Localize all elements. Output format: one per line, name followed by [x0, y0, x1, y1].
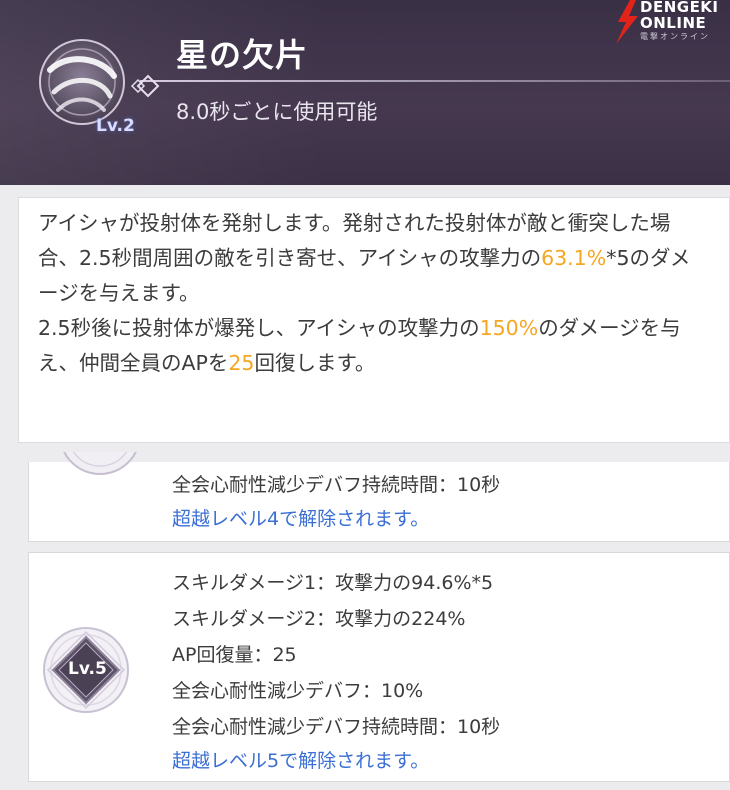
level5-skill-damage-2: スキルダメージ2：攻撃力の224%	[172, 608, 466, 630]
level5-crit-debuff: 全会心耐性減少デバフ：10%	[172, 680, 424, 702]
level5-duration: 全会心耐性減少デバフ持続時間：10秒	[172, 716, 501, 738]
desc-highlight-3: 25	[228, 351, 255, 375]
level5-unlock: 超越レベル5で解除されます。	[172, 750, 430, 772]
skill-icon	[10, 22, 160, 142]
skill-description: アイシャが投射体を発射します。発射された投射体が敵と衝突した場合、2.5秒間周囲…	[38, 206, 708, 381]
level4-duration: 全会心耐性減少デバフ持続時間：10秒	[172, 474, 501, 496]
level5-badge: Lv.5	[68, 659, 107, 679]
skill-level-badge: Lv.2	[96, 116, 135, 136]
cooldown-text: 8.0秒ごとに使用可能	[176, 100, 378, 124]
level5-skill-damage-1: スキルダメージ1：攻撃力の94.6%*5	[172, 572, 494, 594]
star-fragment-icon	[39, 39, 160, 125]
desc-highlight-1: 63.1%	[541, 246, 607, 270]
skill-title: 星の欠片	[176, 36, 309, 74]
level-medal-icon	[63, 452, 137, 475]
level5-ap-recovery: AP回復量：25	[172, 644, 297, 666]
desc-highlight-2: 150%	[479, 316, 539, 340]
watermark-line2: ONLINE	[640, 14, 707, 32]
title-divider	[140, 80, 730, 82]
level4-unlock: 超越レベル4で解除されます。	[172, 508, 430, 530]
watermark-logo: DENGEKI ONLINE 電撃オンライン	[612, 0, 730, 44]
lightning-icon	[616, 0, 638, 44]
desc-p2: 2.5秒後に投射体が爆発し、アイシャの攻撃力の	[38, 316, 480, 340]
watermark-line3: 電撃オンライン	[640, 32, 710, 41]
level4-medal	[55, 452, 145, 482]
desc-p2-tail: 回復します。	[254, 351, 376, 375]
